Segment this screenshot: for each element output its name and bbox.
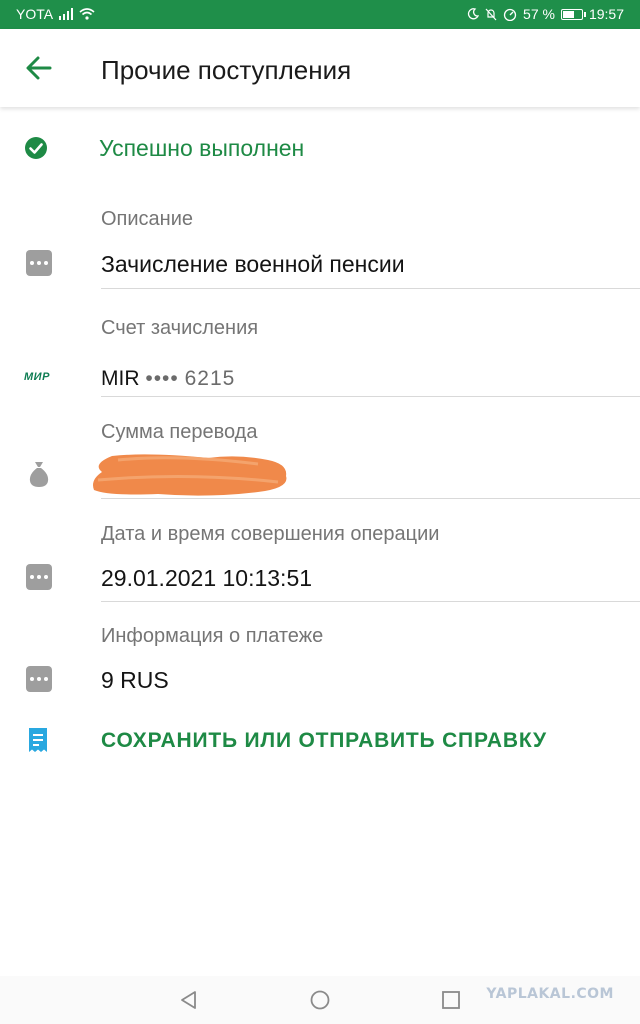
card-last-digits: 6215 <box>184 367 236 390</box>
field-label: Сумма перевода <box>101 421 258 443</box>
watermark: YAPLAKAL.COM <box>486 986 614 1002</box>
save-or-send-receipt-button[interactable]: СОХРАНИТЬ ИЛИ ОТПРАВИТЬ СПРАВКУ <box>0 720 640 764</box>
receipt-icon <box>29 728 47 752</box>
recents-square-icon[interactable] <box>439 988 463 1012</box>
field-label: Информация о платеже <box>101 625 324 647</box>
field-label: Дата и время совершения операции <box>101 523 440 545</box>
clock: 19:57 <box>588 6 624 22</box>
save-or-send-receipt-label: СОХРАНИТЬ ИЛИ ОТПРАВИТЬ СПРАВКУ <box>101 729 547 752</box>
status-text: Успешно выполнен <box>99 135 305 161</box>
divider <box>101 601 640 602</box>
page-title: Прочие поступления <box>101 55 352 85</box>
home-circle-icon[interactable] <box>308 988 332 1012</box>
signal-icon <box>59 8 74 20</box>
toolbar: Прочие поступления <box>0 29 640 107</box>
status-bar-right: 57 % 19:57 <box>467 6 624 22</box>
mir-logo: МИР <box>24 371 50 383</box>
field-label: Счет зачисления <box>101 317 259 339</box>
carrier-name: YOTA <box>16 6 54 22</box>
divider <box>101 396 640 397</box>
divider <box>101 498 640 499</box>
field-value: Зачисление военной пенсии <box>101 251 405 277</box>
check-circle-icon <box>25 137 47 159</box>
field-value: MIR •••• 6215 <box>101 367 235 391</box>
arrow-left-icon[interactable] <box>22 51 56 85</box>
moon-icon <box>467 8 480 20</box>
field-label: Описание <box>101 208 194 230</box>
speedometer-icon <box>503 8 517 21</box>
field-value: 9 RUS <box>101 667 169 693</box>
operation-status: Успешно выполнен <box>0 127 640 171</box>
card-system: MIR <box>101 367 140 390</box>
back-triangle-icon[interactable] <box>177 988 201 1012</box>
money-bag-icon <box>29 462 49 487</box>
dots-icon <box>26 564 52 590</box>
battery-icon <box>560 8 586 20</box>
battery-percent: 57 % <box>523 6 555 22</box>
status-bar-left: YOTA <box>16 6 95 22</box>
system-nav-bar: YAPLAKAL.COM <box>0 976 640 1024</box>
dots-icon <box>26 666 52 692</box>
field-value: 29.01.2021 10:13:51 <box>101 565 313 591</box>
card-mask: •••• <box>145 367 179 390</box>
redaction-scribble <box>93 454 287 496</box>
status-bar: YOTA 57 % 19:57 <box>0 0 640 29</box>
wifi-icon <box>79 8 95 20</box>
divider <box>101 288 640 289</box>
dots-icon <box>26 250 52 276</box>
mute-bell-icon <box>485 8 497 20</box>
